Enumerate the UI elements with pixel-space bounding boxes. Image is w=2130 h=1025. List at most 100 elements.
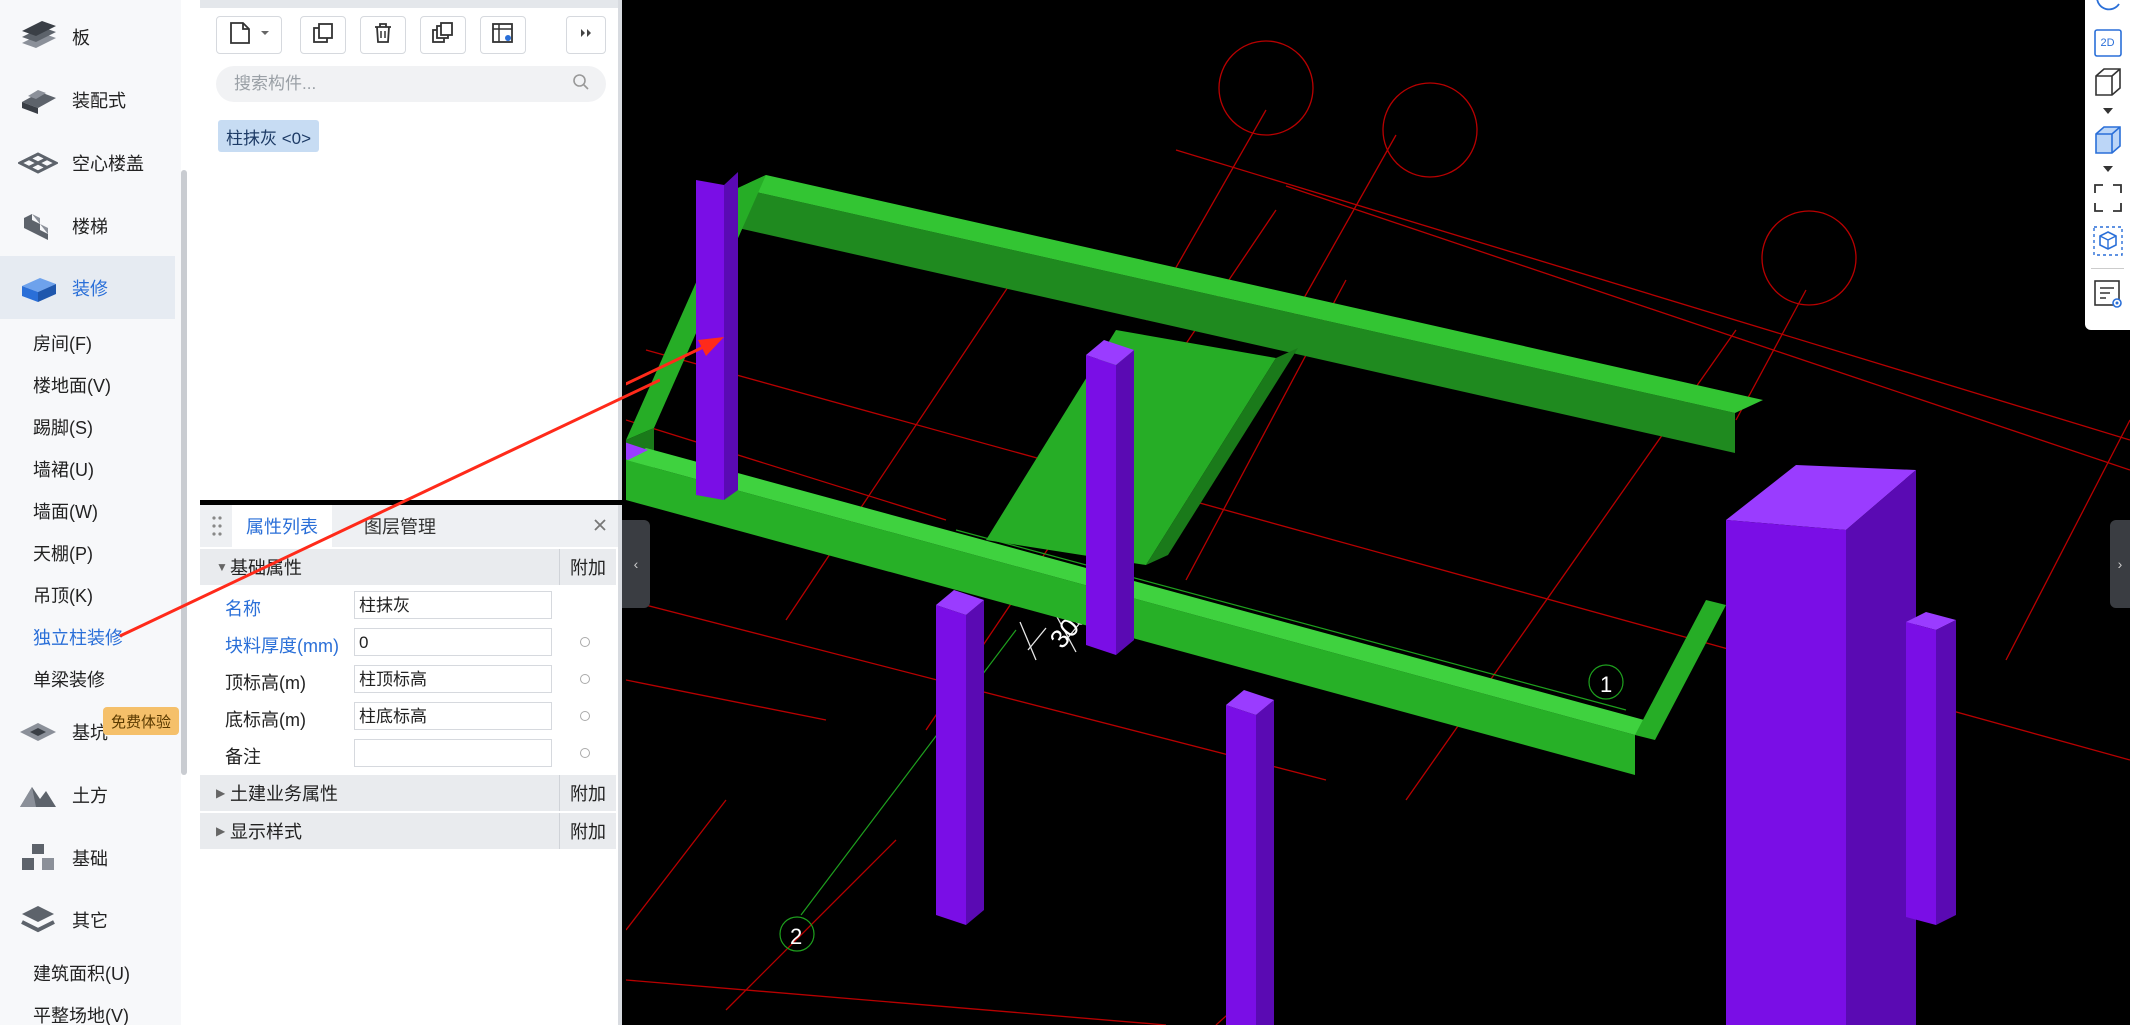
collapse-panel-right-button[interactable]: › [2110, 520, 2130, 608]
stairs-icon [18, 210, 58, 242]
axis-label-2: 2 [790, 924, 802, 949]
category-label: 板 [72, 27, 90, 48]
module-sidebar: 板 装配式 空心楼盖 楼梯 装修 房间(F) 楼地面(V) 踢脚(S) 墙裙(U… [0, 0, 200, 1025]
display-settings-button[interactable] [2085, 276, 2130, 316]
cube-outline-icon [2092, 66, 2124, 103]
property-top-elevation-field[interactable]: 柱顶标高 [354, 665, 552, 693]
fit-view-button[interactable] [2085, 182, 2130, 218]
delete-component-button[interactable] [360, 16, 406, 54]
category-label: 楼梯 [72, 216, 108, 237]
category-prefab[interactable]: 装配式 [0, 68, 175, 131]
component-library-button[interactable] [480, 16, 526, 54]
prefab-icon [18, 84, 58, 116]
beam-middle[interactable] [986, 330, 1298, 565]
category-hollow-floor[interactable]: 空心楼盖 [0, 131, 175, 194]
layers-copy-icon [431, 21, 455, 50]
group-basic-properties[interactable]: ▼ 基础属性 附加 [200, 549, 616, 585]
property-tab-bar: 属性列表 图层管理 [200, 505, 618, 547]
category-earthwork[interactable]: 土方 [0, 763, 175, 826]
menu-item-dado[interactable]: 墙裙(U) [33, 456, 94, 482]
category-label: 空心楼盖 [72, 153, 144, 174]
add-checkbox[interactable] [580, 637, 590, 647]
menu-item-ceiling[interactable]: 天棚(P) [33, 540, 93, 566]
wireframe-dropdown[interactable] [2085, 104, 2130, 116]
view-2d-button[interactable]: 2D [2085, 26, 2130, 60]
add-checkbox[interactable] [580, 711, 590, 721]
add-column-label: 附加 [559, 775, 616, 811]
beam-right[interactable] [1635, 600, 1726, 740]
foundation-icon [18, 842, 58, 874]
menu-item-beam-decoration[interactable]: 单梁装修 [33, 666, 105, 692]
collapse-panel-left-button[interactable]: ‹ [622, 520, 650, 608]
property-bottom-elevation-field[interactable]: 柱底标高 [354, 702, 552, 730]
library-icon [491, 21, 515, 50]
tab-layer-management[interactable]: 图层管理 [350, 505, 450, 547]
free-trial-badge[interactable]: 免费体验 [103, 707, 179, 735]
local-3d-button[interactable] [2085, 224, 2130, 262]
menu-item-floor[interactable]: 楼地面(V) [33, 372, 111, 398]
search-input[interactable] [232, 73, 556, 95]
copy-to-floor-button[interactable] [420, 16, 466, 54]
tab-property-list[interactable]: 属性列表 [232, 505, 332, 547]
sidebar-scrollbar[interactable] [181, 170, 187, 775]
property-row-remark: 备注 [200, 735, 616, 772]
more-tools-button[interactable] [566, 16, 606, 54]
close-icon[interactable] [592, 517, 608, 538]
category-decoration[interactable]: 装修 [0, 256, 175, 319]
search-icon[interactable] [572, 73, 590, 96]
property-label: 块料厚度(mm) [225, 636, 339, 656]
drag-handle-icon[interactable] [212, 515, 222, 542]
column-center-back[interactable] [1086, 340, 1134, 655]
chevron-left-icon: ‹ [633, 556, 639, 572]
property-row-top-elevation: 顶标高(m) 柱顶标高 [200, 661, 616, 698]
property-name-field[interactable]: 柱抹灰 [354, 591, 552, 619]
menu-item-wall-surface[interactable]: 墙面(W) [33, 498, 98, 524]
new-component-button[interactable] [216, 16, 282, 54]
property-remark-field[interactable] [354, 739, 552, 767]
column-right-front[interactable] [1226, 690, 1274, 1025]
solid-dropdown[interactable] [2085, 162, 2130, 174]
menu-item-suspended-ceiling[interactable]: 吊顶(K) [33, 582, 93, 608]
category-slab[interactable]: 板 [0, 5, 175, 68]
menu-item-column-decoration[interactable]: 独立柱装修 [33, 624, 123, 650]
property-label: 备注 [225, 747, 261, 767]
toolbar-divider [2091, 268, 2124, 269]
category-other[interactable]: 其它 [0, 888, 175, 951]
chevron-down-icon [2102, 101, 2113, 119]
property-thickness-field[interactable]: 0 [354, 628, 552, 656]
column-center-front[interactable] [936, 590, 984, 925]
menu-item-building-area[interactable]: 建筑面积(U) [33, 960, 130, 986]
chevron-right-icon: › [2117, 556, 2123, 572]
rotate-view-button[interactable] [2085, 0, 2130, 14]
category-label: 土方 [72, 785, 108, 806]
column-back-left[interactable] [696, 172, 738, 500]
copy-component-button[interactable] [300, 16, 346, 54]
rotate-icon [2093, 0, 2123, 17]
category-label: 装修 [72, 278, 108, 299]
add-checkbox[interactable] [580, 748, 590, 758]
property-row-tile-thickness: 块料厚度(mm) 0 [200, 624, 616, 661]
menu-item-room[interactable]: 房间(F) [33, 330, 92, 356]
column-large-corner[interactable] [1726, 465, 1916, 1025]
category-label: 其它 [72, 910, 108, 931]
wireframe-view-button[interactable] [2085, 66, 2130, 102]
model-3d-viewport[interactable]: 300 1 2 [626, 0, 2130, 1025]
menu-item-site-leveling[interactable]: 平整场地(V) [33, 1002, 129, 1025]
property-row-name: 名称 柱抹灰 [200, 587, 616, 624]
property-panel: 属性列表 图层管理 ▼ 基础属性 附加 名称 柱抹灰 块料厚度(mm) 0 顶标… [200, 505, 622, 1025]
column-far-right[interactable] [1906, 612, 1956, 925]
cube-solid-icon [2092, 124, 2124, 161]
solid-view-button[interactable] [2085, 124, 2130, 160]
hollow-floor-icon [16, 147, 60, 179]
component-search [216, 66, 606, 102]
category-label: 装配式 [72, 90, 126, 111]
expand-arrow-icon: ▶ [216, 786, 226, 800]
component-item-column-plaster[interactable]: 柱抹灰 <0> [218, 120, 320, 152]
group-civil-properties[interactable]: ▶ 土建业务属性 附加 [200, 775, 616, 811]
menu-item-skirting[interactable]: 踢脚(S) [33, 414, 93, 440]
double-chevron-right-icon [578, 25, 594, 46]
group-display-style[interactable]: ▶ 显示样式 附加 [200, 813, 616, 849]
category-foundation[interactable]: 基础 [0, 826, 175, 889]
add-checkbox[interactable] [580, 674, 590, 684]
category-stairs[interactable]: 楼梯 [0, 194, 175, 257]
